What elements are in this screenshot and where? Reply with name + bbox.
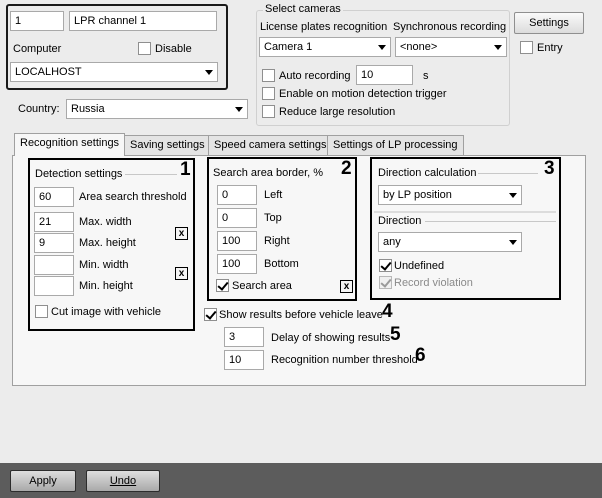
search-area-title: Search area border, % [213,167,324,179]
lpr-camera-label: License plates recognition [260,21,388,33]
motion-trigger-checkbox[interactable] [262,87,275,100]
channel-name-field[interactable]: LPR channel 1 [69,11,217,31]
marker-6: 6 [415,345,426,366]
search-area-label: Search area [232,280,292,292]
direction-value: any [383,236,401,248]
marker-1: 1 [180,159,191,180]
tab-speed-camera-settings[interactable]: Speed camera settings [208,135,333,155]
sync-camera-select[interactable]: <none> [395,37,507,57]
chevron-down-icon [509,240,517,245]
tab-recognition-settings[interactable]: Recognition settings [14,133,126,156]
motion-trigger-label: Enable on motion detection trigger [279,88,447,100]
bottom-border-input[interactable]: 100 [217,254,257,274]
delay-input[interactable]: 3 [224,327,264,347]
disable-checkbox[interactable] [138,42,151,55]
marker-4: 4 [382,301,393,322]
detection-divider [125,174,177,175]
show-before-leave-checkbox[interactable] [204,308,217,321]
disable-label: Disable [155,43,192,55]
undefined-checkbox[interactable] [379,259,392,272]
marker-3: 3 [544,158,555,179]
max-height-input[interactable]: 9 [34,233,74,253]
chevron-down-icon [205,70,213,75]
chevron-down-icon [378,45,386,50]
right-border-label: Right [264,235,290,247]
min-height-input[interactable] [34,276,74,296]
entry-checkbox[interactable] [520,41,533,54]
recognition-threshold-input[interactable]: 10 [224,350,264,370]
undefined-label: Undefined [394,260,445,272]
right-border-input[interactable]: 100 [217,231,257,251]
entry-label: Entry [537,42,563,54]
direction-separator [374,211,556,213]
computer-label: Computer [13,43,62,55]
marker-2: 2 [341,158,352,179]
select-cameras-title: Select cameras [263,3,343,16]
record-violation-checkbox[interactable] [379,276,392,289]
lpr-camera-select[interactable]: Camera 1 [259,37,391,57]
max-width-label: Max. width [79,216,132,228]
chevron-down-icon [509,193,517,198]
auto-recording-label: Auto recording [279,70,351,82]
record-violation-label: Record violation [394,277,473,289]
delay-label: Delay of showing results [271,332,391,344]
cut-image-label: Cut image with vehicle [51,306,162,318]
footer-bar: Apply Undo [0,463,602,498]
min-width-label: Min. width [79,259,129,271]
detection-settings-title: Detection settings [35,168,123,180]
top-border-input[interactable]: 0 [217,208,257,228]
computer-select[interactable]: LOCALHOST [10,62,218,82]
direction-divider [425,221,556,222]
left-border-label: Left [264,189,283,201]
show-before-leave-label: Show results before vehicle leave [219,309,383,321]
direction-calc-select[interactable]: by LP position [378,185,522,205]
tab-saving-settings[interactable]: Saving settings [124,135,211,155]
reduce-resolution-checkbox[interactable] [262,105,275,118]
bottom-border-label: Bottom [264,258,299,270]
auto-recording-input[interactable]: 10 [356,65,413,85]
max-width-input[interactable]: 21 [34,212,74,232]
area-threshold-label: Area search threshold [79,191,187,203]
auto-recording-unit: s [423,70,429,82]
direction-calc-title: Direction calculation [378,167,477,179]
recognition-threshold-label: Recognition number threshold [271,354,418,366]
direction-title: Direction [378,215,422,227]
marker-5: 5 [390,324,401,345]
sync-camera-select-value: <none> [400,41,438,53]
clear-search-area-button[interactable]: x [340,280,353,293]
clear-max-size-button[interactable]: x [175,227,188,240]
direction-calc-divider [478,173,538,174]
country-select-value: Russia [71,103,105,115]
country-label: Country: [18,103,60,115]
chevron-down-icon [235,107,243,112]
area-threshold-input[interactable]: 60 [34,187,74,207]
apply-button[interactable]: Apply [10,470,76,492]
settings-button[interactable]: Settings [514,12,584,34]
reduce-resolution-label: Reduce large resolution [279,106,396,118]
channel-id-field[interactable]: 1 [10,11,64,31]
tab-lp-processing-settings[interactable]: Settings of LP processing [327,135,464,155]
direction-select[interactable]: any [378,232,522,252]
country-select[interactable]: Russia [66,99,248,119]
cut-image-checkbox[interactable] [35,305,48,318]
min-height-label: Min. height [79,280,133,292]
clear-min-size-button[interactable]: x [175,267,188,280]
search-area-checkbox[interactable] [216,279,229,292]
direction-calc-value: by LP position [383,189,452,201]
computer-select-value: LOCALHOST [15,66,82,78]
left-border-input[interactable]: 0 [217,185,257,205]
top-border-label: Top [264,212,282,224]
min-width-input[interactable] [34,255,74,275]
max-height-label: Max. height [79,237,136,249]
lpr-camera-select-value: Camera 1 [264,41,313,53]
undo-button[interactable]: Undo [86,470,160,492]
sync-camera-label: Synchronous recording [393,21,507,33]
chevron-down-icon [494,45,502,50]
auto-recording-checkbox[interactable] [262,69,275,82]
